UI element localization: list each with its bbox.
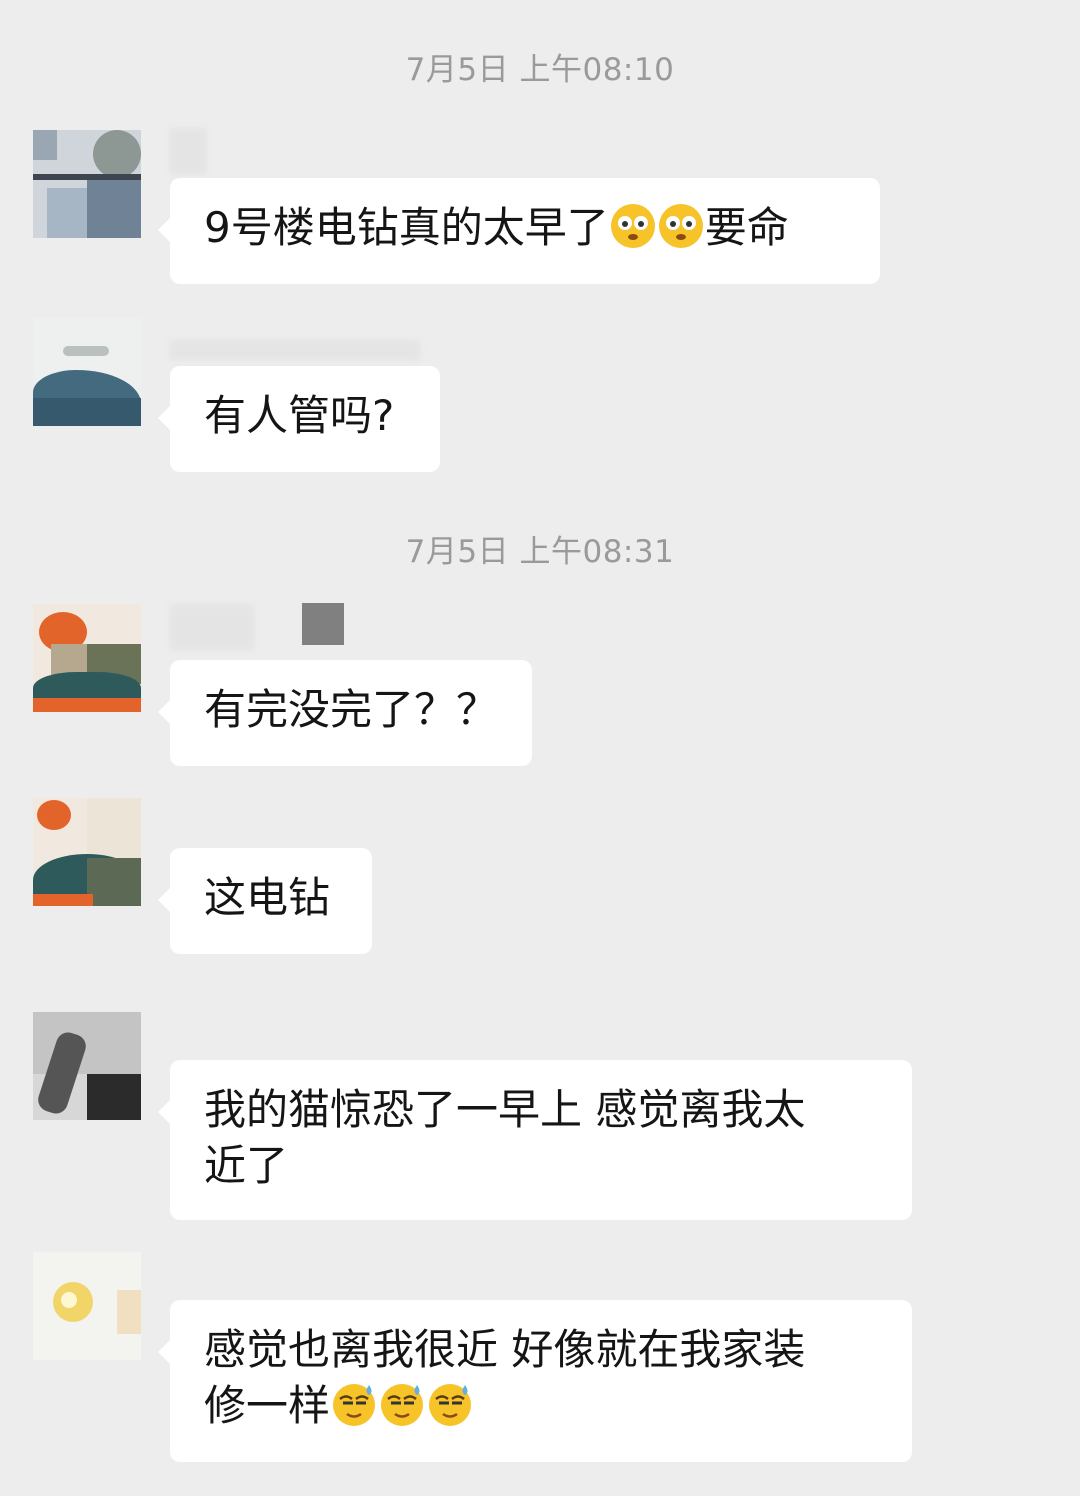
message-bubble[interactable]: 9号楼电钻真的太早了 要命 [158,178,880,284]
avatar[interactable] [33,604,141,712]
message-text-line: 修一样 [204,1381,331,1430]
dizzy-face-icon [658,203,704,249]
sender-name [170,340,420,360]
avatar[interactable] [33,1252,141,1360]
message-bubble[interactable]: 有完没完了？？ [158,660,532,766]
redacted-block [302,603,344,645]
message-text: 有人管吗? [204,391,395,440]
message-text-line: 感觉也离我很近 好像就在我家装 [204,1325,806,1374]
sender-name [170,604,254,650]
message-text-line: 我的猫惊恐了一早上 感觉离我太 [204,1085,806,1134]
message-text-suffix: 要命 [704,203,789,252]
chat-timestamp: 7月5日 上午08:10 [405,52,675,88]
sweat-face-icon [331,1381,377,1427]
avatar[interactable] [33,798,141,906]
message-text-line: 近了 [204,1141,289,1190]
avatar[interactable] [33,1012,141,1120]
avatar[interactable] [33,318,141,426]
message-bubble[interactable]: 有人管吗? [158,366,440,472]
message-bubble[interactable]: 感觉也离我很近 好像就在我家装 修一样 [158,1300,912,1462]
sender-name [170,128,206,174]
message-text: 9号楼电钻真的太早了 [204,203,609,252]
message-bubble[interactable]: 这电钻 [158,848,372,954]
sweat-face-icon [427,1381,473,1427]
chat-timestamp: 7月5日 上午08:31 [405,534,675,570]
sweat-face-icon [379,1381,425,1427]
message-text: 这电钻 [204,873,331,922]
avatar[interactable] [33,130,141,238]
dizzy-face-icon [610,203,656,249]
message-bubble[interactable]: 我的猫惊恐了一早上 感觉离我太 近了 [158,1060,912,1220]
message-text: 有完没完了？？ [204,685,499,734]
